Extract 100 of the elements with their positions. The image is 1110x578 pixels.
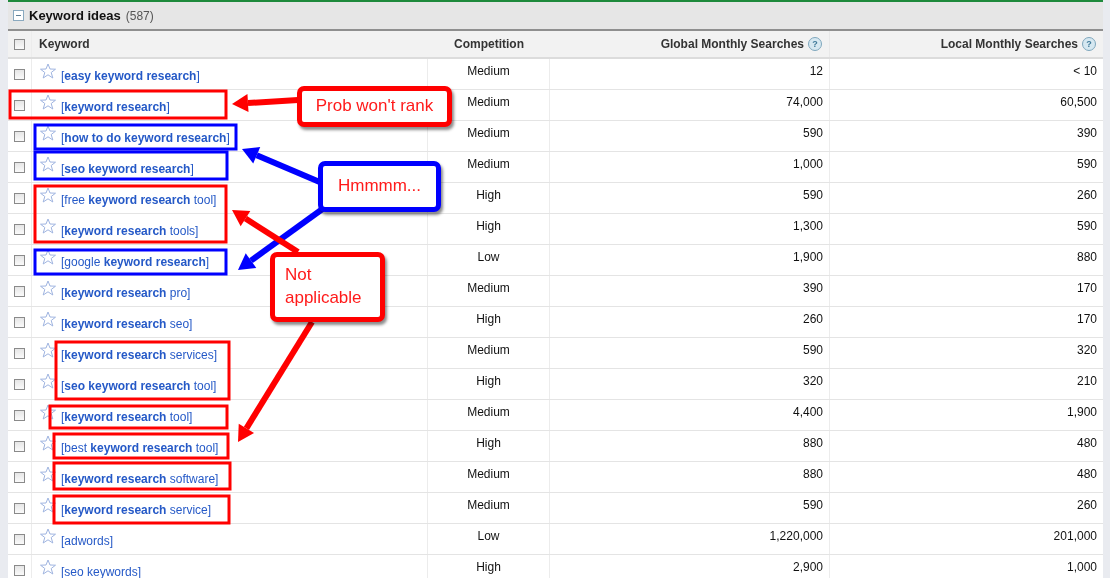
keyword-link[interactable]: [seo keyword research tool] (61, 375, 217, 393)
row-checkbox[interactable] (14, 68, 25, 80)
local-searches-value: 1,000 (1066, 560, 1097, 574)
row-checkbox[interactable] (14, 564, 25, 576)
global-searches-value: 880 (802, 467, 823, 481)
keyword-link[interactable]: [keyword research software] (61, 468, 219, 486)
callout: Hmmmm... (318, 161, 441, 212)
row-checkbox[interactable] (14, 254, 25, 266)
row-checkbox[interactable] (14, 192, 25, 204)
competition-value: Medium (467, 95, 510, 109)
collapse-icon[interactable] (13, 10, 24, 21)
help-icon[interactable]: ? (808, 37, 822, 51)
column-header[interactable]: Competition (454, 37, 524, 51)
local-searches-value: 480 (1076, 436, 1097, 450)
keyword-link[interactable]: [google keyword research] (61, 251, 210, 269)
keyword-link[interactable]: [keyword research seo] (61, 313, 193, 331)
star-icon[interactable] (40, 404, 56, 420)
local-searches-value: 390 (1076, 126, 1097, 140)
row-checkbox[interactable] (14, 471, 25, 483)
global-searches-value: 590 (802, 498, 823, 512)
row-checkbox[interactable] (14, 161, 25, 173)
star-icon[interactable] (40, 528, 56, 544)
keyword-link[interactable]: [seo keyword research] (61, 158, 194, 176)
global-searches-value: 12 (809, 64, 823, 78)
row-checkbox[interactable] (14, 347, 25, 359)
arrow (232, 94, 299, 112)
row-checkbox[interactable] (14, 99, 25, 111)
star-icon[interactable] (40, 125, 56, 141)
keyword-link[interactable]: [best keyword research tool] (61, 437, 219, 455)
keyword-link[interactable]: [adwords] (61, 530, 114, 548)
local-searches-value: 260 (1076, 498, 1097, 512)
global-searches-value: 1,300 (792, 219, 823, 233)
local-searches-value: 170 (1076, 312, 1097, 326)
competition-value: High (476, 560, 501, 574)
keyword-link[interactable]: [easy keyword research] (61, 65, 200, 83)
callout: Not applicable (270, 252, 385, 322)
select-all-checkbox[interactable] (14, 38, 25, 50)
star-icon[interactable] (40, 373, 56, 389)
keyword-link[interactable]: [keyword research service] (61, 499, 212, 517)
keyword-link[interactable]: [keyword research tools] (61, 220, 199, 238)
column-header[interactable]: Local Monthly Searches (940, 37, 1078, 51)
global-searches-value: 1,900 (792, 250, 823, 264)
competition-value: Medium (467, 126, 510, 140)
star-icon[interactable] (40, 249, 56, 265)
row-checkbox[interactable] (14, 533, 25, 545)
competition-value: Medium (467, 343, 510, 357)
local-searches-value: 480 (1076, 467, 1097, 481)
keyword-link[interactable]: [seo keywords] (61, 561, 142, 578)
row-checkbox[interactable] (14, 130, 25, 142)
row-checkbox[interactable] (14, 223, 25, 235)
row-checkbox[interactable] (14, 440, 25, 452)
help-icon[interactable]: ? (1082, 37, 1096, 51)
star-icon[interactable] (40, 435, 56, 451)
result-count: (587) (125, 8, 154, 23)
global-searches-value: 74,000 (786, 95, 823, 109)
star-icon[interactable] (40, 218, 56, 234)
competition-value: Medium (467, 64, 510, 78)
star-icon[interactable] (40, 187, 56, 203)
keyword-link[interactable]: [how to do keyword research] (61, 127, 230, 145)
keyword-link[interactable]: [keyword research] (61, 96, 170, 114)
keyword-link[interactable]: [keyword research pro] (61, 282, 191, 300)
local-searches-value: < 10 (1073, 64, 1097, 78)
global-searches-value: 1,220,000 (769, 529, 823, 543)
star-icon[interactable] (40, 156, 56, 172)
local-searches-value: 170 (1076, 281, 1097, 295)
keyword-link[interactable]: [free keyword research tool] (61, 189, 217, 207)
star-icon[interactable] (40, 63, 56, 79)
local-searches-value: 880 (1076, 250, 1097, 264)
star-icon[interactable] (40, 311, 56, 327)
star-icon[interactable] (40, 342, 56, 358)
star-icon[interactable] (40, 280, 56, 296)
panel-title: Keyword ideas (29, 8, 121, 23)
row-checkbox[interactable] (14, 409, 25, 421)
local-searches-value: 60,500 (1060, 95, 1097, 109)
local-searches-value: 590 (1076, 219, 1097, 233)
row-checkbox[interactable] (14, 378, 25, 390)
global-searches-value: 4,400 (792, 405, 823, 419)
star-icon[interactable] (40, 466, 56, 482)
global-searches-value: 590 (802, 343, 823, 357)
competition-value: High (476, 436, 501, 450)
keyword-link[interactable]: [keyword research services] (61, 344, 218, 362)
star-icon[interactable] (40, 559, 56, 575)
column-header[interactable]: Global Monthly Searches (660, 37, 804, 51)
local-searches-value: 590 (1076, 157, 1097, 171)
row-checkbox[interactable] (14, 316, 25, 328)
global-searches-value: 590 (802, 126, 823, 140)
row-checkbox[interactable] (14, 285, 25, 297)
local-searches-value: 201,000 (1053, 529, 1097, 543)
competition-value: High (476, 312, 501, 326)
competition-value: High (476, 188, 501, 202)
column-header[interactable]: Keyword (39, 37, 90, 51)
competition-value: Medium (467, 281, 510, 295)
global-searches-value: 260 (802, 312, 823, 326)
star-icon[interactable] (40, 94, 56, 110)
keyword-link[interactable]: [keyword research tool] (61, 406, 193, 424)
global-searches-value: 2,900 (792, 560, 823, 574)
row-checkbox[interactable] (14, 502, 25, 514)
star-icon[interactable] (40, 497, 56, 513)
competition-value: High (476, 219, 501, 233)
competition-value: Medium (467, 405, 510, 419)
